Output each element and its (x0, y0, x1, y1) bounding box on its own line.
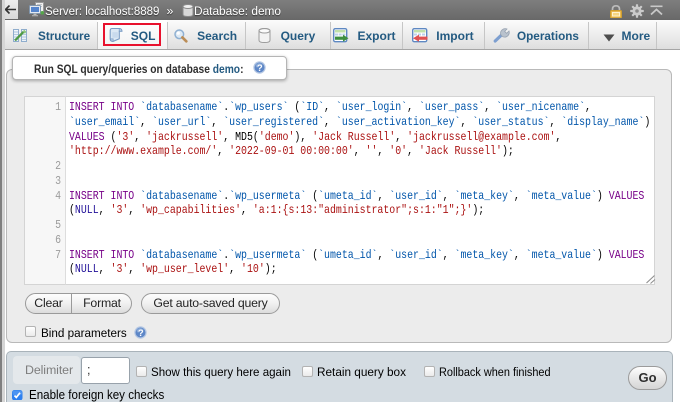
svg-text:?: ? (257, 63, 263, 74)
svg-text:?: ? (138, 328, 144, 339)
